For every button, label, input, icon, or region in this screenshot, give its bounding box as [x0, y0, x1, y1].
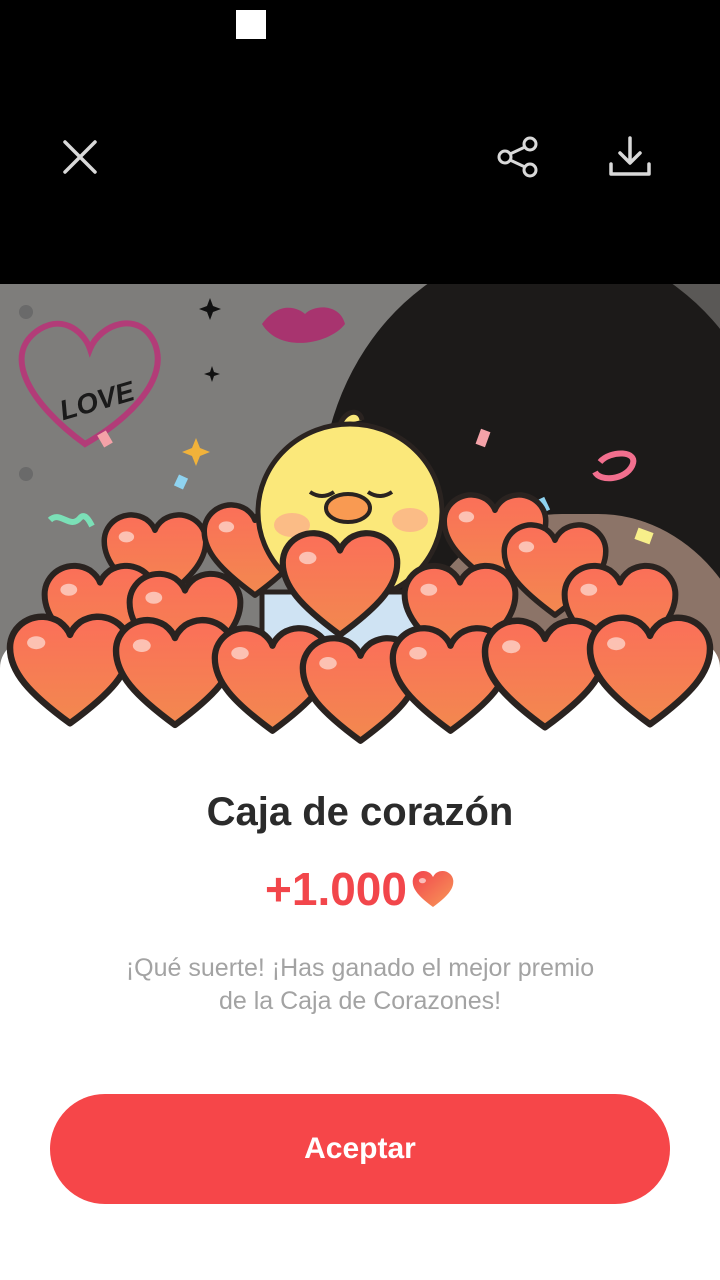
close-icon [63, 140, 97, 174]
accept-button[interactable]: Aceptar [50, 1094, 670, 1204]
sparkle-icon [199, 298, 221, 320]
share-button[interactable] [494, 133, 542, 181]
reward-value: +1.000 [265, 863, 407, 915]
close-button[interactable] [56, 133, 104, 181]
download-button[interactable] [606, 133, 654, 181]
download-icon [609, 136, 651, 176]
sparkle-icon [204, 366, 220, 382]
share-icon [497, 136, 538, 178]
card-title: Caja de corazón [206, 790, 514, 834]
heart-icon [412, 870, 454, 908]
heart-box-illustration [0, 409, 720, 760]
reward-message: ¡Qué suerte! ¡Has ganado el mejor premio… [125, 954, 595, 1015]
reward-amount: +1.000 [0, 862, 720, 916]
status-indicator [236, 10, 266, 39]
lips-sticker [262, 307, 345, 343]
